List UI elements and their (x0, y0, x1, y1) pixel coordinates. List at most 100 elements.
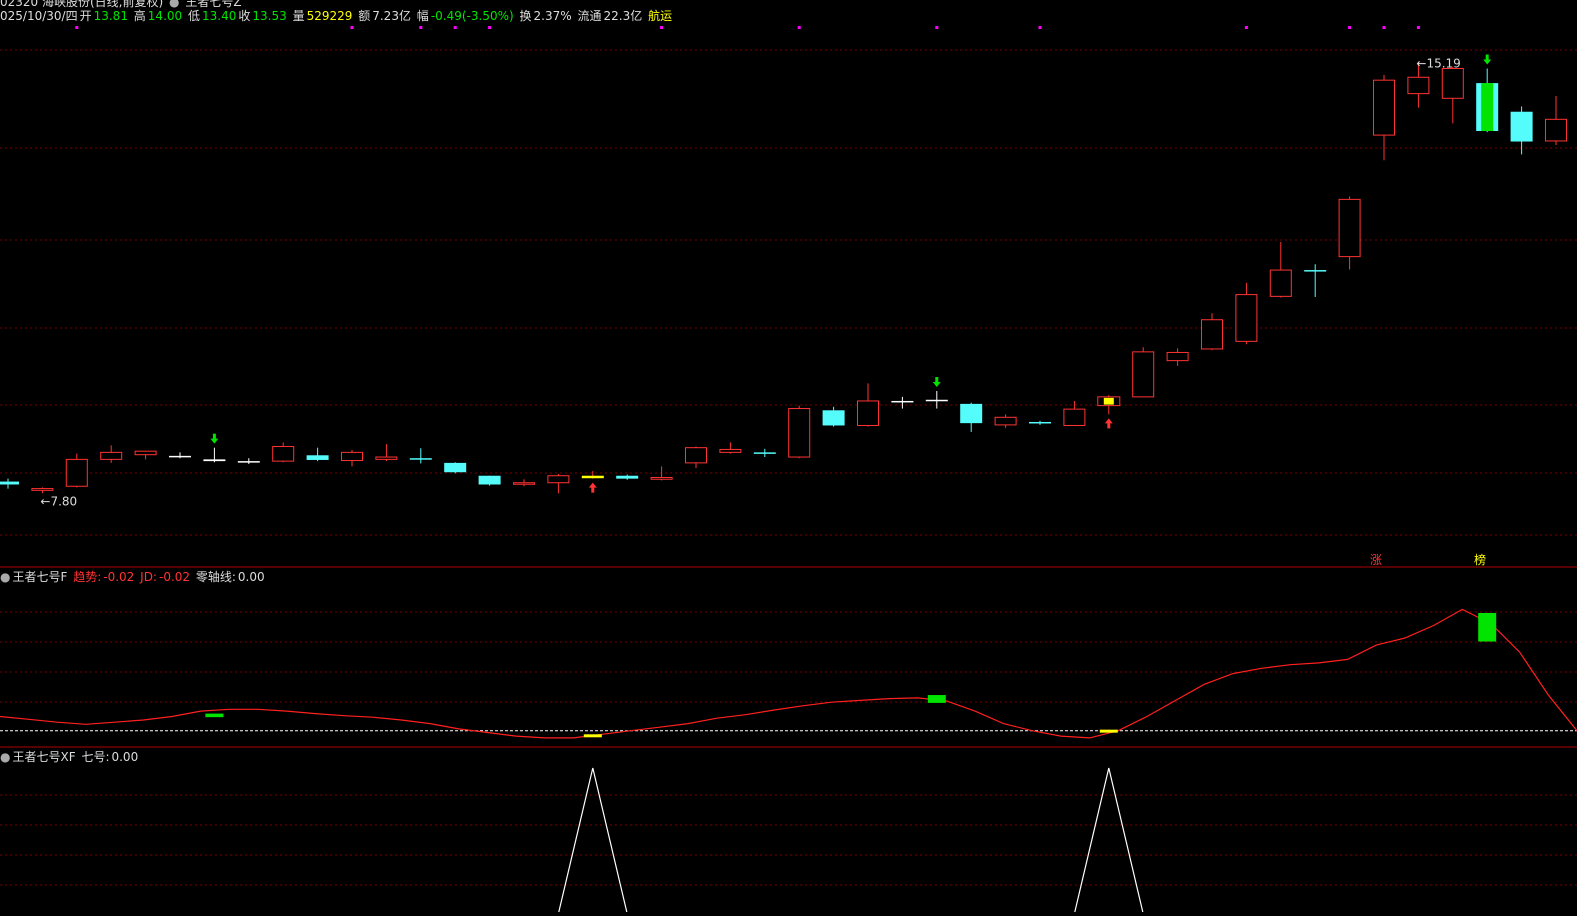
candle-body (1545, 118, 1567, 142)
candle-body (822, 410, 845, 426)
candle (169, 452, 191, 459)
candle (100, 445, 123, 463)
signal-marks (75, 26, 1492, 493)
candle (891, 396, 914, 409)
candles (0, 61, 1567, 494)
candle-body (1063, 408, 1086, 426)
signal-spike (558, 767, 628, 913)
candle (31, 487, 54, 494)
candle (203, 447, 226, 463)
top-signal-dot (1416, 26, 1420, 29)
candle (822, 406, 845, 427)
candle-body (1132, 351, 1155, 398)
signal-panel (558, 767, 1144, 913)
candle-highlight (1103, 397, 1114, 405)
candle (375, 444, 398, 462)
candle (753, 448, 776, 458)
candle (616, 474, 639, 480)
candle-body (134, 450, 157, 456)
candle (1166, 348, 1189, 366)
down-arrow-icon (1483, 54, 1492, 65)
candle-body (0, 481, 19, 485)
candle-body (753, 452, 776, 454)
candle-body (1029, 421, 1051, 424)
candle-body (788, 408, 811, 458)
candle (65, 453, 88, 488)
candle-body (960, 403, 983, 424)
candle (1029, 420, 1051, 425)
candle (857, 383, 879, 427)
trend-line (0, 608, 1577, 739)
down-arrow-icon (210, 433, 219, 444)
candle (1441, 66, 1464, 124)
candle-body (513, 482, 535, 485)
candle-body (685, 447, 707, 464)
candle (994, 414, 1017, 428)
candle (306, 447, 329, 462)
top-signal-dot (453, 26, 457, 29)
candle-body (341, 451, 363, 462)
candle-body (891, 400, 914, 403)
candle-body (1235, 294, 1258, 342)
top-signal-dot (660, 26, 664, 29)
max-price-label: ←15.19 (1416, 56, 1460, 70)
signal-bar (205, 713, 224, 718)
candle-body (650, 476, 673, 480)
signal-spike (1074, 767, 1144, 913)
min-price-label: ←7.80 (40, 494, 77, 508)
candle (685, 446, 707, 469)
candle-body (65, 458, 88, 487)
grid (0, 49, 1577, 886)
candle-body (581, 475, 604, 479)
candle-body (237, 461, 260, 463)
candle (1201, 313, 1223, 351)
candle-body (1304, 270, 1327, 272)
signal-bar (583, 734, 602, 738)
top-signal-dot (935, 26, 939, 29)
candle-body (1269, 269, 1292, 297)
top-signal-dot (350, 26, 354, 29)
candle (719, 442, 742, 454)
candle (960, 402, 983, 432)
candle (1545, 95, 1567, 146)
candle-body (272, 446, 295, 462)
candle (513, 479, 535, 487)
candle-body (1201, 319, 1223, 350)
candle-body (1373, 79, 1395, 136)
signal-bar (1478, 612, 1497, 642)
candle-body (857, 400, 879, 426)
candle-body (478, 475, 501, 485)
candle (1269, 242, 1292, 298)
candle-body (1510, 111, 1533, 142)
candle-highlight (1481, 83, 1494, 132)
candle-body (719, 448, 742, 453)
candle (1304, 264, 1327, 297)
candle (478, 475, 501, 486)
candle (134, 450, 157, 460)
candle-body (31, 488, 54, 491)
down-arrow-icon (932, 377, 941, 388)
candle (1373, 74, 1395, 161)
candle-body (1338, 198, 1361, 258)
candle-body (1407, 76, 1430, 95)
signal-bar (1099, 729, 1118, 733)
candle-body (169, 455, 191, 458)
candle-body (409, 458, 432, 460)
kline-chart[interactable]: ←15.19 ←7.80 涨 榜 (0, 0, 1577, 916)
candle (650, 466, 673, 481)
candle (581, 471, 604, 479)
candle-body (616, 475, 639, 479)
top-signal-dot (75, 26, 79, 29)
top-signal-dot (797, 26, 801, 29)
candle-body (306, 455, 329, 460)
signal-bar (927, 695, 946, 703)
candle (1097, 395, 1121, 415)
candle (1338, 196, 1361, 270)
top-signal-dot (419, 26, 423, 29)
top-signal-dot (1348, 26, 1352, 29)
candle-body (925, 399, 948, 402)
candle (272, 442, 295, 463)
top-signal-dot (1244, 26, 1248, 29)
candle-body (1441, 67, 1464, 99)
candle (237, 458, 260, 465)
